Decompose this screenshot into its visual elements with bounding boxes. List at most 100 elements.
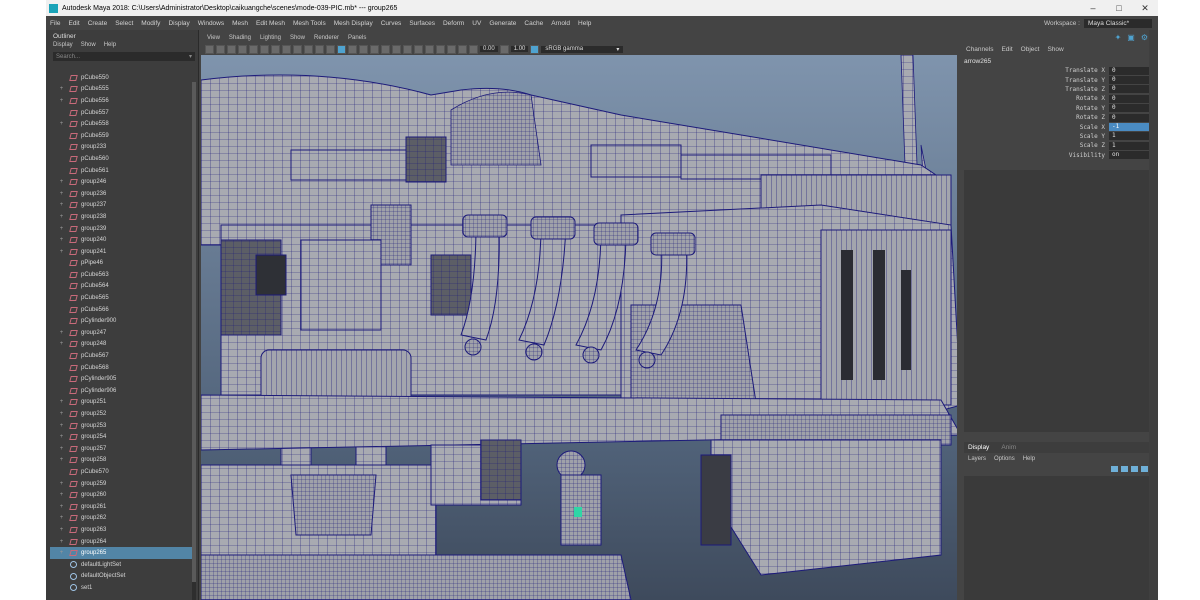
expand-toggle-icon[interactable]: + bbox=[57, 492, 66, 498]
outliner-item[interactable]: defaultLightSet bbox=[50, 559, 192, 571]
expand-toggle-icon[interactable]: + bbox=[57, 226, 66, 232]
attribute-value-field[interactable]: 1 bbox=[1109, 132, 1150, 141]
outliner-item[interactable]: + group258 bbox=[50, 455, 192, 467]
selected-object-name[interactable]: arrow265 bbox=[964, 58, 991, 65]
field-chart-icon[interactable] bbox=[293, 44, 302, 54]
outliner-item[interactable]: pCylinder905 bbox=[50, 373, 192, 385]
attribute-label[interactable]: Rotate Z bbox=[1076, 114, 1105, 121]
new-layer-selected-icon[interactable] bbox=[1141, 466, 1148, 472]
menu-select[interactable]: Select bbox=[111, 20, 137, 27]
outliner-menu-help[interactable]: Help bbox=[104, 42, 116, 48]
expand-toggle-icon[interactable]: + bbox=[57, 457, 66, 463]
expand-toggle-icon[interactable]: + bbox=[57, 341, 66, 347]
lights-icon[interactable] bbox=[370, 44, 379, 54]
outliner-item[interactable]: + group263 bbox=[50, 524, 192, 536]
expand-toggle-icon[interactable]: + bbox=[57, 121, 66, 127]
menu-cache[interactable]: Cache bbox=[520, 20, 547, 27]
outliner-item[interactable]: + group241 bbox=[50, 246, 192, 258]
outliner-item[interactable]: pCube565 bbox=[50, 292, 192, 304]
menu-deform[interactable]: Deform bbox=[439, 20, 468, 27]
safe-title-icon[interactable] bbox=[315, 44, 324, 54]
chevron-down-icon[interactable]: ▾ bbox=[189, 53, 192, 60]
expand-toggle-icon[interactable]: + bbox=[57, 214, 66, 220]
menu-modify[interactable]: Modify bbox=[137, 20, 164, 27]
tab-anim[interactable]: Anim bbox=[1001, 444, 1016, 451]
expand-toggle-icon[interactable]: + bbox=[57, 249, 66, 255]
expand-toggle-icon[interactable]: + bbox=[57, 539, 66, 545]
new-layer-icon[interactable] bbox=[1131, 466, 1138, 472]
attribute-label[interactable]: Translate Z bbox=[1065, 86, 1105, 93]
outliner-item[interactable]: pCylinder906 bbox=[50, 385, 192, 397]
outliner-item[interactable]: + group237 bbox=[50, 200, 192, 212]
attribute-value-field[interactable]: 0 bbox=[1109, 85, 1150, 94]
outliner-item[interactable]: pCube561 bbox=[50, 165, 192, 177]
attribute-value-field[interactable]: 0 bbox=[1109, 104, 1150, 113]
outliner-item[interactable]: set1 bbox=[50, 582, 192, 594]
scrollbar-thumb[interactable] bbox=[192, 82, 196, 582]
xray-joints-icon[interactable] bbox=[458, 44, 467, 54]
outliner-item[interactable]: pCylinder900 bbox=[50, 315, 192, 327]
outliner-item[interactable]: pCube568 bbox=[50, 362, 192, 374]
pin-icon[interactable]: ✦ bbox=[1115, 33, 1122, 42]
attribute-editor-icon[interactable]: ▣ bbox=[1127, 33, 1135, 42]
menu-create[interactable]: Create bbox=[84, 20, 112, 27]
cb-menu-channels[interactable]: Channels bbox=[966, 46, 993, 53]
depth-of-field-icon[interactable] bbox=[425, 44, 434, 54]
menu-surfaces[interactable]: Surfaces bbox=[405, 20, 439, 27]
menu-generate[interactable]: Generate bbox=[485, 20, 520, 27]
outliner-item[interactable]: pCube557 bbox=[50, 107, 192, 119]
expand-toggle-icon[interactable]: + bbox=[57, 446, 66, 452]
outliner-item[interactable]: + group251 bbox=[50, 397, 192, 409]
outliner-item[interactable]: + group246 bbox=[50, 176, 192, 188]
color-space-dropdown[interactable]: sRGB gamma ▾ bbox=[541, 45, 624, 53]
outliner-item[interactable]: + pCube556 bbox=[50, 95, 192, 107]
attribute-label[interactable]: Rotate Y bbox=[1076, 105, 1105, 112]
cb-menu-edit[interactable]: Edit bbox=[1001, 46, 1012, 53]
expand-toggle-icon[interactable]: + bbox=[57, 202, 66, 208]
smooth-shade-icon[interactable] bbox=[348, 44, 357, 54]
image-plane-icon[interactable] bbox=[238, 44, 247, 54]
menu-uv[interactable]: UV bbox=[468, 20, 485, 27]
expand-toggle-icon[interactable]: + bbox=[57, 550, 66, 556]
outliner-item[interactable]: defaultObjectSet bbox=[50, 571, 192, 583]
outliner-item[interactable]: + group240 bbox=[50, 234, 192, 246]
attribute-value-field[interactable]: -1 bbox=[1109, 123, 1150, 132]
outliner-item[interactable]: + group236 bbox=[50, 188, 192, 200]
exposure-field[interactable]: 0.00 bbox=[480, 46, 498, 52]
menu-mesh-display[interactable]: Mesh Display bbox=[330, 20, 377, 27]
outliner-item[interactable]: group233 bbox=[50, 142, 192, 154]
outliner-item[interactable]: pCube566 bbox=[50, 304, 192, 316]
attribute-value-field[interactable]: 1 bbox=[1109, 141, 1150, 150]
maximize-button[interactable]: □ bbox=[1106, 3, 1132, 13]
isolate-select-icon[interactable] bbox=[436, 44, 445, 54]
outliner-scrollbar[interactable] bbox=[192, 82, 196, 600]
attribute-value-field[interactable]: 0 bbox=[1109, 113, 1150, 122]
camera-icon[interactable] bbox=[205, 44, 214, 54]
outliner-item[interactable]: + pCube555 bbox=[50, 84, 192, 96]
xray-components-icon[interactable] bbox=[469, 44, 478, 54]
attribute-value-field[interactable]: 0 bbox=[1109, 66, 1150, 75]
outliner-item[interactable]: + group265 bbox=[50, 547, 192, 559]
outliner-item[interactable]: + group254 bbox=[50, 431, 192, 443]
attribute-label[interactable]: Scale Y bbox=[1080, 133, 1105, 140]
expand-toggle-icon[interactable]: + bbox=[57, 434, 66, 440]
motion-blur-icon[interactable] bbox=[403, 44, 412, 54]
menu-mesh[interactable]: Mesh bbox=[228, 20, 252, 27]
safe-action-icon[interactable] bbox=[304, 44, 313, 54]
bookmark-icon[interactable] bbox=[227, 44, 236, 54]
attribute-label[interactable]: Translate X bbox=[1065, 67, 1105, 74]
textured-icon[interactable] bbox=[359, 44, 368, 54]
gate-mask-icon[interactable] bbox=[282, 44, 291, 54]
attribute-value-field[interactable]: 0 bbox=[1109, 94, 1150, 103]
outliner-item[interactable]: pCube550 bbox=[50, 72, 192, 84]
color-management-icon[interactable] bbox=[530, 44, 540, 54]
move-layer-up-icon[interactable] bbox=[1111, 466, 1118, 472]
viewport-menu-show[interactable]: Show bbox=[290, 35, 305, 41]
3d-viewport[interactable] bbox=[201, 55, 957, 600]
ambient-occlusion-icon[interactable] bbox=[392, 44, 401, 54]
expand-toggle-icon[interactable]: + bbox=[57, 191, 66, 197]
expand-toggle-icon[interactable]: + bbox=[57, 86, 66, 92]
outliner-item[interactable]: + group264 bbox=[50, 536, 192, 548]
expand-toggle-icon[interactable]: + bbox=[57, 179, 66, 185]
viewport-menu-panels[interactable]: Panels bbox=[348, 35, 366, 41]
